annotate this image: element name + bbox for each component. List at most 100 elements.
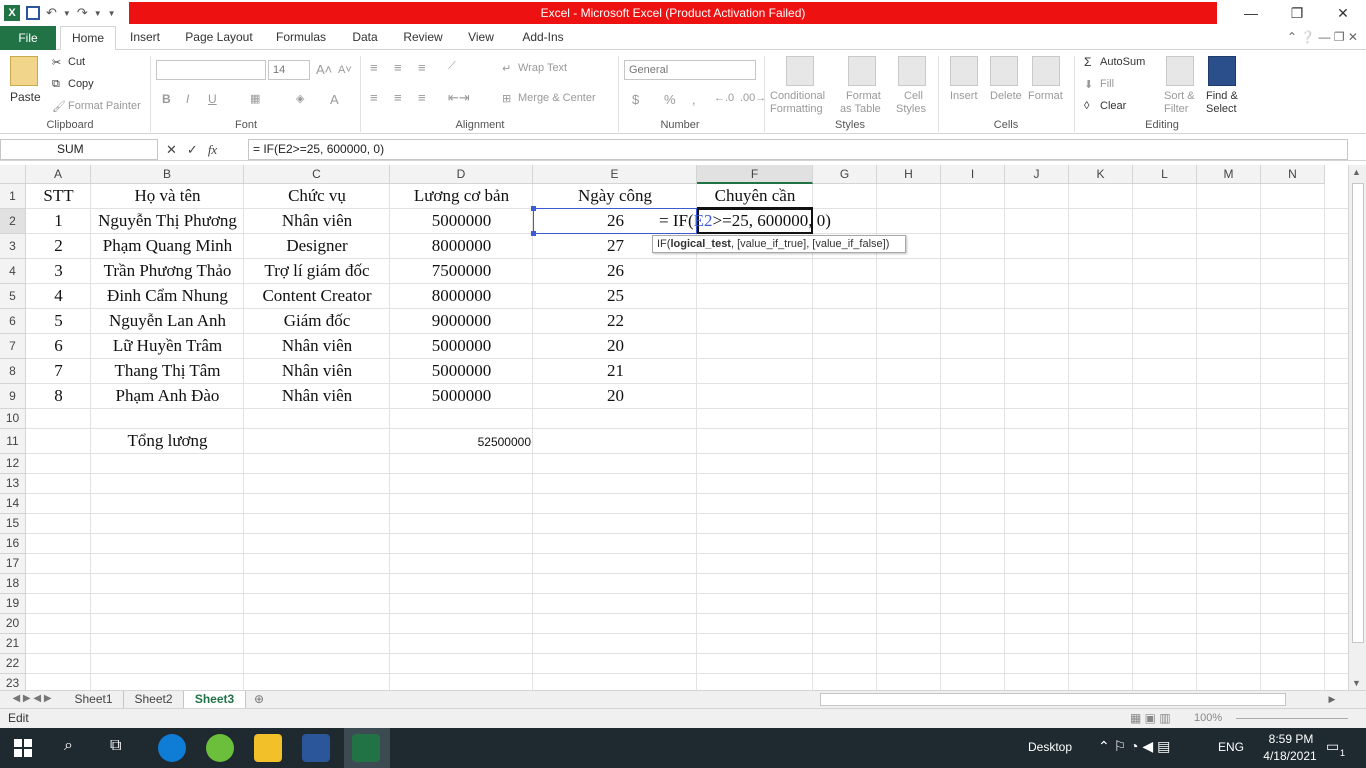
clear-button[interactable]: Clear bbox=[1100, 100, 1126, 112]
align-left-icon[interactable]: ≡ bbox=[370, 90, 378, 105]
cell-salary[interactable]: 8000000 bbox=[390, 236, 533, 256]
header-days[interactable]: Ngày công bbox=[533, 186, 697, 206]
insert-cells-icon[interactable] bbox=[950, 56, 978, 86]
cell-role[interactable]: Nhân viên bbox=[244, 386, 390, 406]
row-header[interactable]: 12 bbox=[0, 454, 26, 474]
tab-formulas[interactable]: Formulas bbox=[270, 26, 332, 50]
align-middle-icon[interactable]: ≡ bbox=[394, 60, 402, 75]
cell-role[interactable]: Content Creator bbox=[244, 286, 390, 306]
autosum-button[interactable]: AutoSum bbox=[1100, 56, 1145, 68]
reference-handle[interactable] bbox=[531, 206, 536, 211]
cell-stt[interactable]: 8 bbox=[26, 386, 91, 406]
column-header[interactable]: N bbox=[1261, 165, 1325, 184]
align-center-icon[interactable]: ≡ bbox=[394, 90, 402, 105]
sort-filter-button[interactable]: Sort & bbox=[1164, 90, 1195, 102]
column-header[interactable]: E bbox=[533, 165, 697, 184]
cell-salary[interactable]: 5000000 bbox=[390, 361, 533, 381]
cell-styles-icon[interactable] bbox=[898, 56, 926, 86]
increase-decimal-icon[interactable]: ←.0 bbox=[714, 92, 734, 104]
save-icon[interactable] bbox=[26, 6, 40, 20]
font-color-icon[interactable]: A bbox=[330, 92, 339, 107]
sort-filter-icon[interactable] bbox=[1166, 56, 1194, 86]
tab-add-ins[interactable]: Add-Ins bbox=[514, 26, 572, 50]
word-icon[interactable] bbox=[302, 734, 330, 762]
zoom-slider[interactable] bbox=[1236, 718, 1348, 719]
total-value[interactable]: 52500000 bbox=[390, 435, 531, 449]
row-header[interactable]: 14 bbox=[0, 494, 26, 514]
notification-icon[interactable]: ▭ bbox=[1326, 738, 1339, 755]
scroll-up-icon[interactable]: ▲ bbox=[1352, 167, 1361, 177]
row-header[interactable]: 18 bbox=[0, 574, 26, 594]
decrease-decimal-icon[interactable]: .00→ bbox=[740, 92, 766, 104]
header-bonus[interactable]: Chuyên cần bbox=[697, 186, 813, 209]
cell-days[interactable]: 20 bbox=[533, 336, 624, 356]
header-role[interactable]: Chức vụ bbox=[244, 186, 390, 206]
scroll-down-icon[interactable]: ▼ bbox=[1352, 678, 1361, 688]
cell-name[interactable]: Nguyễn Lan Anh bbox=[91, 311, 244, 331]
clock-date[interactable]: 4/18/2021 bbox=[1262, 749, 1318, 763]
excel-icon[interactable] bbox=[352, 734, 380, 762]
tab-home[interactable]: Home bbox=[60, 26, 116, 51]
delete-cells-button[interactable]: Delete bbox=[990, 90, 1022, 102]
indent-icon[interactable]: ⇤⇥ bbox=[448, 90, 470, 106]
reference-handle[interactable] bbox=[531, 231, 536, 236]
find-select-button[interactable]: Find & bbox=[1206, 90, 1238, 102]
tab-view[interactable]: View bbox=[462, 26, 500, 50]
cell-role[interactable]: Nhân viên bbox=[244, 211, 390, 231]
row-header[interactable]: 1 bbox=[0, 184, 26, 209]
cell-days[interactable]: 21 bbox=[533, 361, 624, 381]
scroll-thumb[interactable] bbox=[1352, 183, 1364, 643]
percent-button[interactable]: % bbox=[664, 92, 676, 107]
bold-button[interactable]: B bbox=[162, 92, 171, 106]
copy-icon[interactable]: ⧉ bbox=[52, 78, 60, 91]
cell-stt[interactable]: 7 bbox=[26, 361, 91, 381]
name-box[interactable]: SUM bbox=[0, 139, 158, 160]
cell-role[interactable]: Designer bbox=[244, 236, 390, 256]
row-header[interactable]: 3 bbox=[0, 234, 26, 259]
column-header[interactable]: H bbox=[877, 165, 941, 184]
row-header[interactable]: 4 bbox=[0, 259, 26, 284]
vertical-scrollbar[interactable]: ▲ ▼ bbox=[1348, 165, 1366, 690]
cancel-icon[interactable]: ✕ bbox=[166, 142, 177, 158]
cell-stt[interactable]: 6 bbox=[26, 336, 91, 356]
paste-button[interactable]: Paste bbox=[10, 90, 41, 104]
cut-icon[interactable]: ✂ bbox=[52, 56, 61, 69]
column-header[interactable]: I bbox=[941, 165, 1005, 184]
zoom-level[interactable]: 100% bbox=[1194, 712, 1222, 724]
header-name[interactable]: Họ và tên bbox=[91, 186, 244, 206]
copy-button[interactable]: Copy bbox=[68, 78, 94, 90]
cell-salary[interactable]: 5000000 bbox=[390, 336, 533, 356]
tab-insert[interactable]: Insert bbox=[122, 26, 168, 50]
total-label[interactable]: Tổng lương bbox=[91, 431, 244, 451]
delete-cells-icon[interactable] bbox=[990, 56, 1018, 86]
file-explorer-icon[interactable] bbox=[254, 734, 282, 762]
cell-stt[interactable]: 3 bbox=[26, 261, 91, 281]
row-header[interactable]: 20 bbox=[0, 614, 26, 634]
column-header[interactable]: J bbox=[1005, 165, 1069, 184]
minimize-button[interactable]: — bbox=[1228, 0, 1274, 26]
close-button[interactable]: ✕ bbox=[1320, 0, 1366, 26]
cell-styles-label[interactable]: Cell bbox=[904, 90, 923, 102]
font-name-combo[interactable] bbox=[156, 60, 266, 80]
currency-button[interactable]: $ bbox=[632, 92, 639, 107]
desktop-toolbar[interactable]: Desktop bbox=[1028, 740, 1072, 754]
cell-name[interactable]: Lữ Huyền Trâm bbox=[91, 336, 244, 356]
orientation-icon[interactable]: ⟋ bbox=[448, 60, 456, 73]
select-all-corner[interactable] bbox=[0, 165, 26, 184]
edge-icon[interactable] bbox=[158, 734, 186, 762]
clock-time[interactable]: 8:59 PM bbox=[1268, 732, 1314, 746]
row-header[interactable]: 5 bbox=[0, 284, 26, 309]
scroll-right-icon[interactable]: ▶ bbox=[1322, 691, 1342, 708]
row-header[interactable]: 8 bbox=[0, 359, 26, 384]
cell-role[interactable]: Nhân viên bbox=[244, 361, 390, 381]
align-bottom-icon[interactable]: ≡ bbox=[418, 60, 426, 75]
conditional-formatting-icon[interactable] bbox=[786, 56, 814, 86]
cell-role[interactable]: Trợ lí giám đốc bbox=[244, 261, 390, 281]
cell-salary[interactable]: 5000000 bbox=[390, 386, 533, 406]
tray-icons[interactable]: ⌃ ⚐ ◔ ◀ ▤ bbox=[1098, 738, 1170, 755]
row-header[interactable]: 6 bbox=[0, 309, 26, 334]
format-as-table-icon[interactable] bbox=[848, 56, 876, 86]
tooltip-arg-current[interactable]: logical_test bbox=[670, 238, 731, 250]
task-view-icon[interactable]: ⧉ bbox=[110, 737, 121, 755]
column-header[interactable]: C bbox=[244, 165, 390, 184]
